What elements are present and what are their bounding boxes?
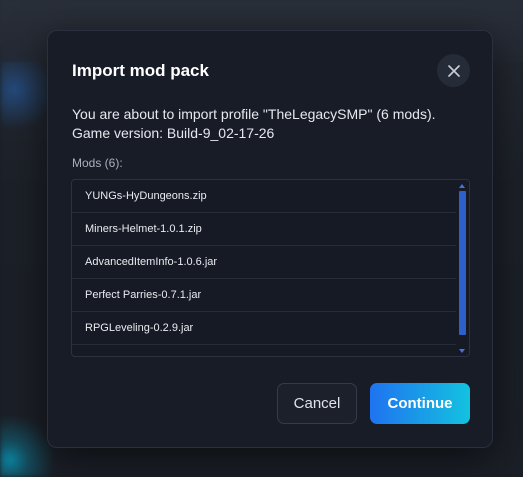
cancel-button[interactable]: Cancel [277, 383, 357, 424]
list-item: Perfect Parries-0.7.1.jar [72, 279, 469, 312]
scroll-thumb[interactable] [459, 191, 466, 335]
list-item: ...equip...ale...1.0.5.jar [72, 345, 469, 356]
continue-button[interactable]: Continue [370, 383, 470, 424]
game-version-text: Game version: Build-9_02-17-26 [72, 125, 275, 141]
import-modpack-dialog: Import mod pack You are about to import … [47, 30, 493, 448]
import-description: You are about to import profile "TheLega… [72, 105, 472, 143]
scroll-down-icon[interactable] [459, 349, 465, 353]
mods-label: Mods (6): [72, 156, 123, 170]
mods-list[interactable]: YUNGs-HyDungeons.zip Miners-Helmet-1.0.1… [71, 179, 470, 357]
close-icon [447, 64, 460, 77]
list-item: RPGLeveling-0.2.9.jar [72, 312, 469, 345]
mods-scrollbar[interactable] [456, 180, 469, 356]
list-item: YUNGs-HyDungeons.zip [72, 180, 469, 213]
scroll-up-icon[interactable] [459, 184, 465, 188]
list-item: AdvancedItemInfo-1.0.6.jar [72, 246, 469, 279]
dialog-title: Import mod pack [72, 61, 209, 80]
list-item: Miners-Helmet-1.0.1.zip [72, 213, 469, 246]
close-button[interactable] [437, 54, 470, 87]
profile-info-text: You are about to import profile "TheLega… [72, 106, 436, 122]
